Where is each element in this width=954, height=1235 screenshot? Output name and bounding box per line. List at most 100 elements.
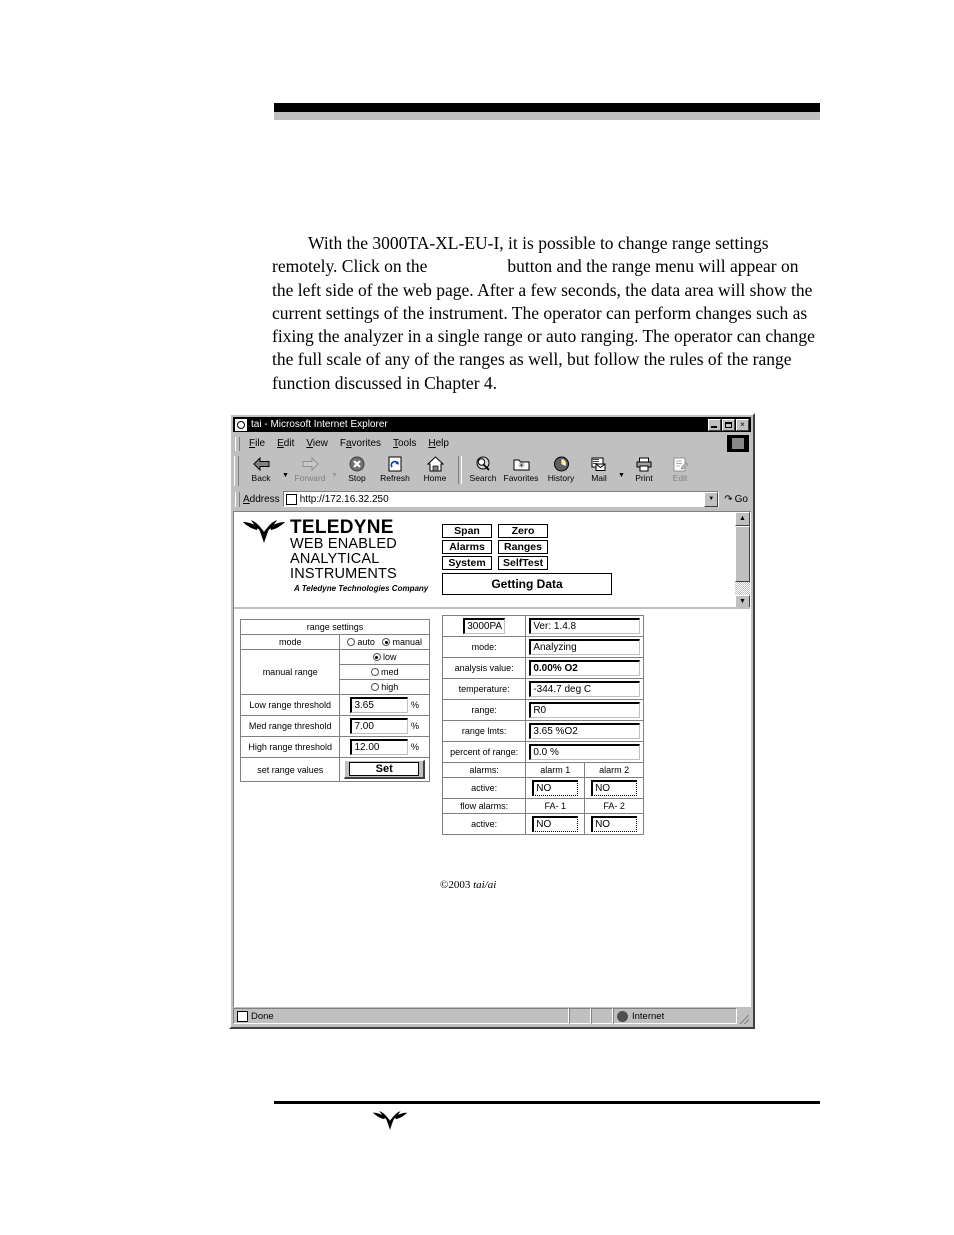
toolbar-history-button[interactable]: History <box>541 454 581 483</box>
menu-item-tools[interactable]: Tools <box>387 437 422 450</box>
toolbar-stop-button[interactable]: Stop <box>339 454 375 483</box>
nav-button-system[interactable]: System <box>442 556 492 570</box>
toolbar-search-button[interactable]: Search <box>465 454 501 483</box>
mode-options: auto manual <box>339 634 430 650</box>
title-bar: tai - Microsoft Internet Explorer × <box>233 417 751 432</box>
address-input[interactable]: http://172.16.32.250 ▼ <box>282 491 720 507</box>
back-dropdown-arrow-icon[interactable]: ▼ <box>281 472 290 479</box>
alarm-1-active-value: NO <box>532 780 579 796</box>
manual-range-option-low[interactable]: low <box>339 649 430 665</box>
mail-dropdown-arrow-icon[interactable]: ▼ <box>617 472 626 479</box>
range-label: range: <box>441 699 527 721</box>
high-threshold-input[interactable]: 12.00 <box>350 739 409 755</box>
mode-data-label: mode: <box>441 636 527 658</box>
manual-range-option-med[interactable]: med <box>339 664 430 680</box>
high-threshold-row: High range threshold 12.00 % <box>239 736 430 758</box>
scroll-down-button[interactable]: ▼ <box>735 595 750 607</box>
set-button-cell: Set <box>339 757 430 782</box>
flow-alarms-active-row: active: NO NO <box>441 813 644 835</box>
page-icon <box>237 1010 248 1022</box>
forward-dropdown-arrow-icon[interactable]: ▼ <box>330 472 339 479</box>
toolbar-refresh-label: Refresh <box>380 473 410 483</box>
range-value: R0 <box>529 702 640 718</box>
menu-item-favorites[interactable]: Favorites <box>334 437 387 450</box>
manual-range-option-high[interactable]: high <box>339 679 430 695</box>
range-settings-panel: range settings mode auto manual manual r… <box>239 619 430 782</box>
close-button[interactable]: × <box>736 418 749 431</box>
toolbar-mail-label: Mail <box>591 473 607 483</box>
flow-alarm-1-active-value: NO <box>532 816 579 832</box>
nav-button-alarms[interactable]: Alarms <box>442 540 492 554</box>
mode-radio-auto[interactable]: auto <box>347 637 375 647</box>
mode-radio-manual[interactable]: manual <box>382 637 422 647</box>
mode-data-row: mode: Analyzing <box>441 636 644 658</box>
flow-alarms-header-row: flow alarms: FA- 1 FA- 2 <box>441 798 644 814</box>
low-threshold-unit: % <box>410 700 419 710</box>
toolbar-edit-button[interactable]: Edit <box>662 454 698 483</box>
toolbar-favorites-button[interactable]: ✳ Favorites <box>501 454 541 483</box>
mode-row: mode auto manual <box>239 634 430 650</box>
set-button[interactable]: Set <box>344 760 425 779</box>
scroll-thumb[interactable] <box>735 526 750 582</box>
printer-icon <box>626 455 662 473</box>
header-frame-scrollbar[interactable]: ▲ ▼ <box>735 512 750 607</box>
mode-data-value: Analyzing <box>529 639 640 655</box>
brand-line3: INSTRUMENTS <box>290 566 397 582</box>
temperature-cell: -344.7 deg C <box>525 678 644 700</box>
go-button[interactable]: ↷ Go <box>719 494 751 505</box>
analysis-value-field: 0.00% O2 <box>529 660 640 676</box>
toolbar-home-button[interactable]: Home <box>415 454 455 483</box>
paragraph-rest: the left side of the web page. After a f… <box>272 279 815 393</box>
address-grip[interactable] <box>235 491 240 507</box>
toolbar-back-button[interactable]: Back <box>241 454 281 483</box>
med-threshold-label: Med range threshold <box>239 715 341 737</box>
history-clock-icon <box>541 455 581 473</box>
copyright-company: tai/ai <box>473 879 497 891</box>
low-threshold-label: Low range threshold <box>239 694 341 716</box>
menu-grip[interactable] <box>235 436 240 451</box>
nav-button-ranges[interactable]: Ranges <box>498 540 548 554</box>
flow-alarm-2-active-cell: NO <box>584 813 644 835</box>
toolbar-favorites-label: Favorites <box>503 473 539 483</box>
status-button-getting-data[interactable]: Getting Data <box>442 573 612 595</box>
toolbar-mail-button[interactable]: Mail <box>581 454 617 483</box>
alarms-active-row: active: NO NO <box>441 777 644 799</box>
scroll-up-button[interactable]: ▲ <box>735 512 750 526</box>
menu-item-view[interactable]: View <box>300 437 334 450</box>
maximize-button[interactable] <box>722 418 735 431</box>
nav-button-span[interactable]: Span <box>442 524 492 538</box>
mail-icon <box>581 455 617 473</box>
toolbar-history-label: History <box>547 473 575 483</box>
percent-of-range-label: percent of range: <box>441 741 527 763</box>
address-bar: Address http://172.16.32.250 ▼ ↷ Go <box>233 489 751 509</box>
brand-name: TELEDYNE <box>290 517 394 538</box>
nav-button-zero[interactable]: Zero <box>498 524 548 538</box>
alarm-1-name: alarm 1 <box>525 762 586 778</box>
address-label: Address <box>243 493 280 505</box>
temperature-value: -344.7 deg C <box>529 681 640 697</box>
brand-line2: ANALYTICAL <box>290 551 380 567</box>
toolbar-print-button[interactable]: Print <box>626 454 662 483</box>
status-message-pane: Done <box>233 1008 569 1024</box>
status-bar: Done Internet <box>233 1007 751 1025</box>
flow-alarm-1-active-cell: NO <box>525 813 586 835</box>
alarms-label: alarms: <box>441 762 527 778</box>
window-title: tai - Microsoft Internet Explorer <box>251 419 388 430</box>
nav-button-selftest[interactable]: SelfTest <box>498 556 549 570</box>
home-icon <box>415 455 455 473</box>
toolbar-grip[interactable] <box>234 456 239 486</box>
resize-grip[interactable] <box>737 1007 751 1025</box>
low-threshold-input[interactable]: 3.65 <box>350 697 409 713</box>
menu-item-file[interactable]: File <box>243 437 271 450</box>
minimize-button[interactable] <box>708 418 721 431</box>
toolbar-refresh-button[interactable]: Refresh <box>375 454 415 483</box>
scroll-track[interactable] <box>735 526 750 595</box>
copyright-year: ©2003 <box>440 879 471 891</box>
menu-item-help[interactable]: Help <box>422 437 455 450</box>
address-dropdown-button[interactable]: ▼ <box>704 491 719 507</box>
med-threshold-input[interactable]: 7.00 <box>350 718 409 734</box>
menu-bar: File Edit View Favorites Tools Help <box>233 434 751 453</box>
toolbar-forward-button[interactable]: Forward <box>290 454 330 483</box>
menu-item-edit[interactable]: Edit <box>271 437 300 450</box>
address-value: http://172.16.32.250 <box>299 493 389 505</box>
